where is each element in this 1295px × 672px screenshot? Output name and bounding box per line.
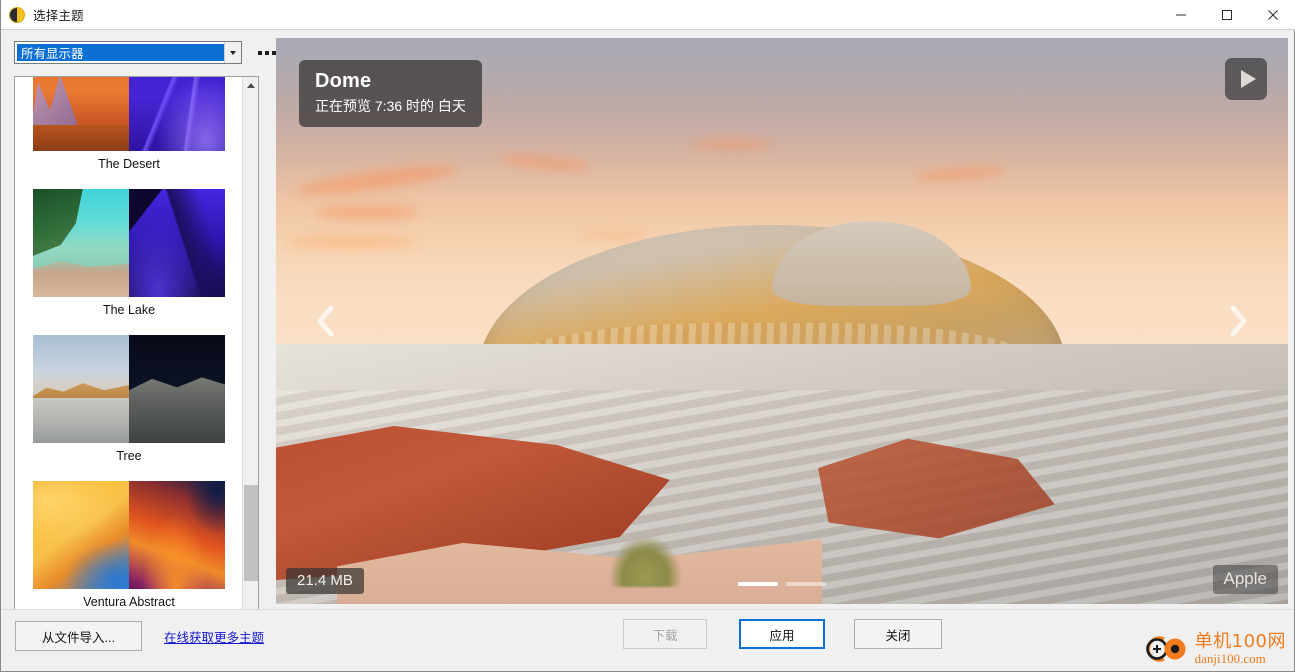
chevron-left-icon[interactable] — [306, 298, 346, 344]
scroll-up-icon[interactable] — [243, 77, 258, 94]
minimize-icon[interactable] — [1158, 0, 1204, 29]
author-badge: Apple — [1212, 565, 1278, 594]
theme-list-scrollbar[interactable] — [242, 77, 258, 631]
window-title: 选择主题 — [33, 9, 84, 23]
list-item-label: The Desert — [98, 157, 160, 171]
site-watermark: 单机100网 danji100.com — [1144, 631, 1286, 667]
list-item[interactable]: The Desert — [15, 77, 243, 189]
monitor-selector-row: 所有显示器 — [14, 41, 280, 64]
maximize-icon[interactable] — [1204, 0, 1250, 29]
close-icon[interactable] — [1250, 0, 1295, 29]
dialog-footer: 从文件导入... 在线获取更多主题 下载 应用 关闭 单机100网 danji1… — [1, 609, 1294, 671]
scrollbar-thumb[interactable] — [244, 485, 258, 581]
file-size-badge: 21.4 MB — [286, 568, 364, 594]
desert-thumbnail — [33, 77, 225, 151]
preview-subtitle: 正在预览 7:36 时的 白天 — [315, 98, 466, 114]
ventura-abstract-thumbnail — [33, 481, 225, 589]
apply-button[interactable]: 应用 — [739, 619, 825, 649]
preview-bush — [609, 536, 681, 588]
pagination-dot[interactable] — [786, 582, 826, 586]
download-button[interactable]: 下载 — [623, 619, 707, 649]
title-bar: 选择主题 — [1, 0, 1295, 30]
list-item[interactable]: Ventura Abstract — [15, 481, 243, 627]
import-from-file-button[interactable]: 从文件导入... — [15, 621, 142, 651]
theme-preview[interactable]: Dome 正在预览 7:36 时的 白天 21.4 MB Apple — [276, 38, 1288, 604]
preview-info-card: Dome 正在预览 7:36 时的 白天 — [299, 60, 482, 128]
preview-title: Dome — [315, 70, 372, 92]
get-more-themes-link[interactable]: 在线获取更多主题 — [164, 627, 264, 646]
theme-app-icon — [9, 6, 25, 23]
list-item-label: Ventura Abstract — [83, 595, 175, 609]
watermark-en: danji100.com — [1194, 651, 1266, 666]
choose-theme-window: 选择主题 所有显示器 The Desert The Lake Tree Vent… — [0, 0, 1295, 672]
theme-list-inner: The Desert The Lake Tree Ventura Abstrac… — [15, 77, 243, 609]
chevron-right-icon[interactable] — [1218, 298, 1258, 344]
monitor-select-value: 所有显示器 — [17, 44, 224, 61]
watermark-cn: 单机100网 — [1194, 631, 1286, 652]
watermark-logo-icon — [1145, 636, 1186, 662]
list-item-label: The Lake — [102, 303, 156, 317]
close-button[interactable]: 关闭 — [854, 619, 942, 649]
chevron-down-icon[interactable] — [224, 42, 241, 63]
theme-browser-pane: 所有显示器 The Desert The Lake Tree Ventura A… — [1, 30, 276, 632]
lake-thumbnail — [33, 189, 225, 297]
play-icon[interactable] — [1225, 58, 1267, 100]
theme-list[interactable]: The Desert The Lake Tree Ventura Abstrac… — [14, 76, 259, 632]
list-item-label: Tree — [116, 449, 142, 463]
preview-pagination[interactable] — [738, 582, 826, 586]
monitor-select[interactable]: 所有显示器 — [14, 41, 242, 64]
pagination-dot-active[interactable] — [738, 582, 778, 586]
watermark-text: 单机100网 danji100.com — [1194, 631, 1286, 666]
tree-thumbnail — [33, 335, 225, 443]
window-controls — [1158, 0, 1295, 29]
list-item[interactable]: Tree — [15, 335, 243, 481]
list-item[interactable]: The Lake — [15, 189, 243, 335]
